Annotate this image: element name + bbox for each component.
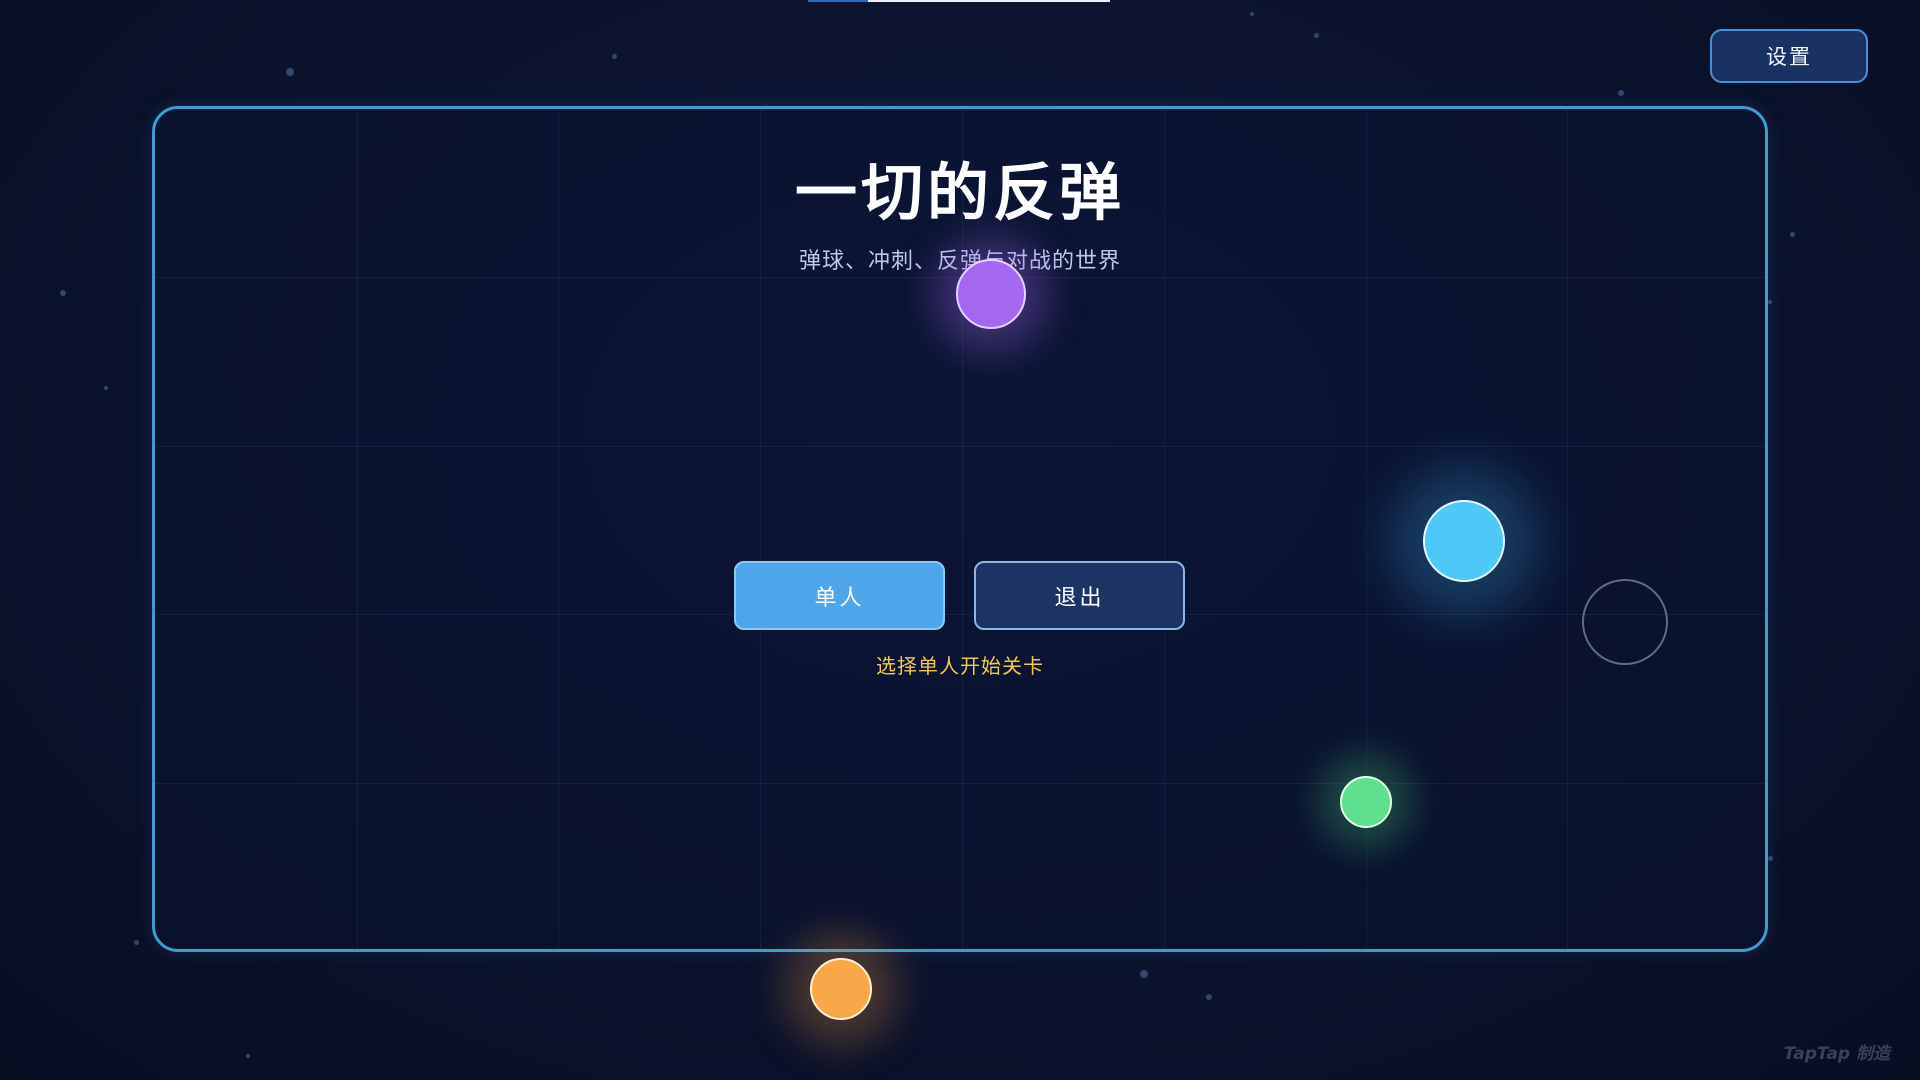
single-player-button[interactable]: 单人 <box>734 561 945 630</box>
background-star <box>1206 994 1212 1000</box>
exit-button[interactable]: 退出 <box>974 561 1185 630</box>
cyan-ball <box>1423 500 1505 582</box>
background-star <box>1140 970 1148 978</box>
grid-line <box>155 614 1765 615</box>
grid-line <box>1567 109 1568 949</box>
background-star <box>1768 856 1773 861</box>
purple-ball <box>956 259 1026 329</box>
green-ball <box>1340 776 1392 828</box>
single-player-button-label: 单人 <box>814 585 865 611</box>
background-star <box>1790 232 1795 237</box>
loading-bar <box>808 0 1110 2</box>
background-star <box>1618 90 1624 96</box>
grid-line <box>1164 109 1165 949</box>
taptap-watermark: TapTap 制造 <box>1783 1044 1890 1064</box>
grid-line <box>155 446 1765 447</box>
loading-bar-progress <box>808 0 869 2</box>
settings-button[interactable]: 设置 <box>1710 29 1868 83</box>
background-star <box>1314 33 1319 38</box>
settings-button-label: 设置 <box>1766 45 1812 69</box>
background-star <box>60 290 66 296</box>
background-star <box>134 940 139 945</box>
exit-button-label: 退出 <box>1054 585 1105 611</box>
grid-line <box>558 109 559 949</box>
grid-line <box>760 109 761 949</box>
background-star <box>1250 12 1254 16</box>
grid-line <box>962 109 963 949</box>
background-star <box>246 1054 250 1058</box>
grid-line <box>357 109 358 949</box>
game-subtitle: 弹球、冲刺、反弹与对战的世界 <box>798 249 1121 274</box>
game-title: 一切的反弹 <box>794 156 1125 229</box>
background-star <box>286 68 294 76</box>
grid-line <box>155 783 1765 784</box>
background-star <box>612 54 617 59</box>
background-star <box>104 386 108 390</box>
orange-ball <box>810 958 872 1020</box>
hint-text: 选择单人开始关卡 <box>876 654 1044 678</box>
game-screen: 设置 一切的反弹 弹球、冲刺、反弹与对战的世界 单人 退出 选择单人开始关卡 T… <box>0 0 1920 1080</box>
background-star <box>1768 300 1772 304</box>
arena-panel <box>152 106 1768 952</box>
